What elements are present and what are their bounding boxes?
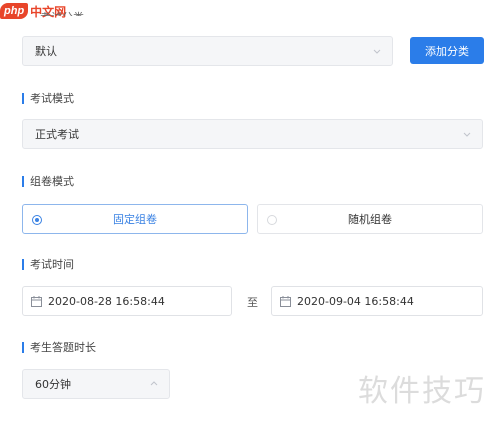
compose-mode-fixed-label: 固定组卷	[113, 213, 157, 226]
calendar-icon	[31, 295, 42, 307]
exam-end-date-value: 2020-09-04 16:58:44	[297, 294, 414, 308]
category-section-label: 考试分类	[40, 8, 84, 16]
section-accent-bar	[22, 341, 24, 353]
compose-mode-section: 组卷模式	[22, 174, 74, 188]
exam-mode-section: 考试模式	[22, 91, 74, 105]
exam-mode-value: 正式考试	[35, 128, 79, 141]
exam-mode-select[interactable]: 正式考试	[22, 119, 483, 149]
exam-mode-label: 考试模式	[30, 92, 74, 105]
section-accent-bar	[22, 175, 24, 187]
add-category-button[interactable]: 添加分类	[410, 37, 484, 64]
duration-label: 考生答题时长	[30, 341, 96, 354]
exam-end-date-input[interactable]: 2020-09-04 16:58:44	[271, 286, 483, 316]
radio-unchecked-icon	[267, 215, 277, 225]
duration-select[interactable]: 60分钟	[22, 369, 170, 399]
compose-mode-fixed-option[interactable]: 固定组卷	[22, 204, 248, 234]
compose-mode-label: 组卷模式	[30, 175, 74, 188]
category-select[interactable]: 默认	[22, 36, 393, 66]
exam-start-date-input[interactable]: 2020-08-28 16:58:44	[22, 286, 232, 316]
compose-mode-random-label: 随机组卷	[348, 213, 392, 226]
date-range-separator: 至	[247, 296, 258, 309]
chevron-up-icon	[150, 381, 158, 386]
duration-section: 考生答题时长	[22, 340, 96, 354]
category-select-value: 默认	[35, 45, 57, 58]
duration-value: 60分钟	[35, 378, 71, 391]
radio-checked-icon	[32, 215, 42, 225]
calendar-icon	[280, 295, 291, 307]
compose-mode-random-option[interactable]: 随机组卷	[257, 204, 483, 234]
exam-time-label: 考试时间	[30, 258, 74, 271]
chevron-down-icon	[373, 49, 381, 54]
php-logo-mark: php	[0, 3, 29, 19]
exam-start-date-value: 2020-08-28 16:58:44	[48, 294, 165, 308]
section-accent-bar	[22, 92, 24, 104]
exam-time-section: 考试时间	[22, 257, 74, 271]
chevron-down-icon	[463, 132, 471, 137]
section-accent-bar	[22, 258, 24, 270]
watermark-text: 软件技巧	[358, 374, 486, 409]
